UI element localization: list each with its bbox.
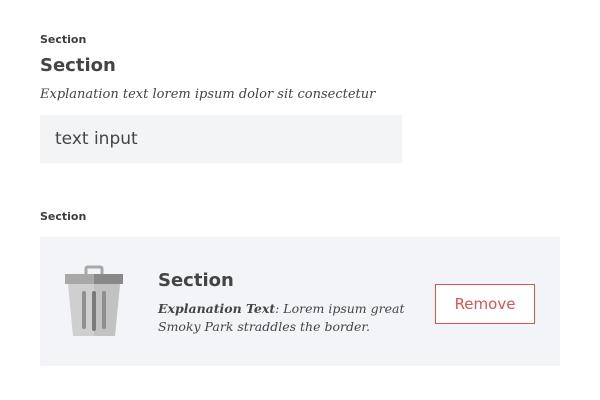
section-label: Section (40, 33, 87, 46)
explanation-label: Explanation Text (158, 301, 276, 316)
text-input-field[interactable] (40, 115, 402, 163)
section-title: Section (40, 55, 116, 76)
section-label-2: Section (40, 210, 87, 223)
remove-button[interactable]: Remove (435, 284, 535, 324)
card-title: Section (158, 270, 234, 291)
trash-icon (65, 265, 123, 336)
section-explanation: Explanation text lorem ipsum dolor sit c… (40, 87, 376, 102)
card-explanation: Explanation Text: Lorem ipsum great Smok… (158, 300, 408, 336)
item-card: Section Explanation Text: Lorem ipsum gr… (40, 237, 560, 366)
